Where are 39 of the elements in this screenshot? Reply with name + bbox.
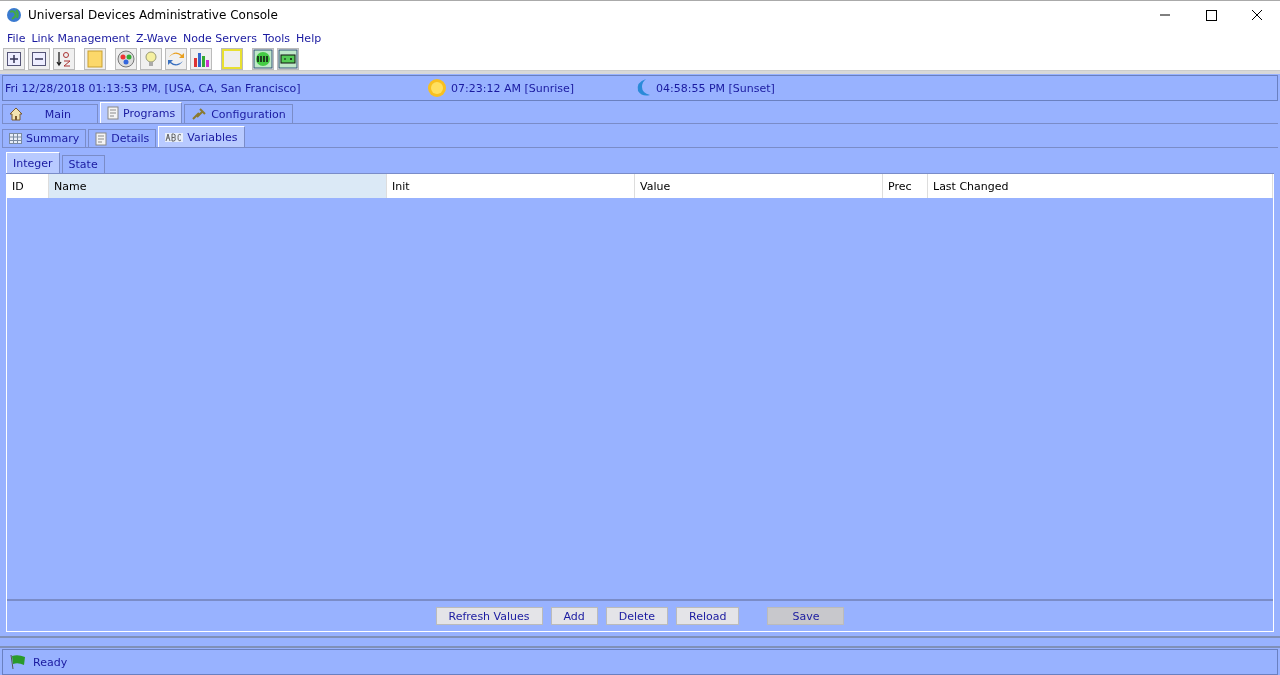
circles-icon[interactable] (117, 49, 135, 68)
button[interactable]: Delete (605, 607, 668, 625)
collapse-icon[interactable] (31, 50, 47, 67)
column-header[interactable]: Name (49, 174, 387, 198)
sort-icon[interactable] (55, 49, 73, 68)
status-text: Ready (33, 655, 68, 669)
date-time-text: Fri 12/28/2018 01:13:53 PM, [USA, CA, San Francisco] (5, 81, 302, 95)
button[interactable]: Add (550, 607, 598, 625)
globe-icon (6, 7, 22, 23)
tab[interactable]: Details (88, 129, 157, 147)
tab[interactable]: Main (2, 104, 98, 123)
window-title: Universal Devices Administrative Console (28, 8, 278, 22)
menu-item[interactable]: Help (293, 31, 325, 45)
arrows-icon[interactable] (167, 49, 185, 68)
tab[interactable]: Variables (158, 126, 245, 147)
menu-item[interactable]: Tools (260, 31, 294, 45)
battery-icon[interactable] (278, 48, 298, 69)
tab[interactable]: Configuration (184, 104, 293, 123)
button[interactable]: Refresh Values (435, 607, 543, 625)
sun-icon (427, 78, 447, 98)
expand-icon[interactable] (6, 50, 22, 67)
menu-item[interactable]: Z-Wave (132, 31, 180, 45)
abc-icon (165, 132, 184, 142)
menu-item[interactable]: Link Management (28, 31, 133, 45)
document-icon (95, 131, 108, 146)
menu-item[interactable]: Node Servers (179, 31, 260, 45)
tab[interactable]: Programs (100, 102, 183, 123)
tab[interactable]: State (61, 155, 105, 173)
tab[interactable]: Integer (6, 152, 60, 173)
flag-icon (9, 654, 27, 670)
sunrise-time: 07:23:12 AM [Sunrise] (451, 81, 574, 95)
tab[interactable]: Summary (2, 129, 87, 147)
sunset-time: 04:58:55 PM [Sunset] (656, 81, 775, 95)
table-icon (9, 133, 22, 144)
house-icon (9, 107, 23, 121)
menu-item[interactable]: File (4, 31, 29, 45)
document-icon (107, 106, 119, 120)
chip-icon[interactable] (253, 48, 273, 69)
button[interactable]: Reload (676, 607, 740, 625)
